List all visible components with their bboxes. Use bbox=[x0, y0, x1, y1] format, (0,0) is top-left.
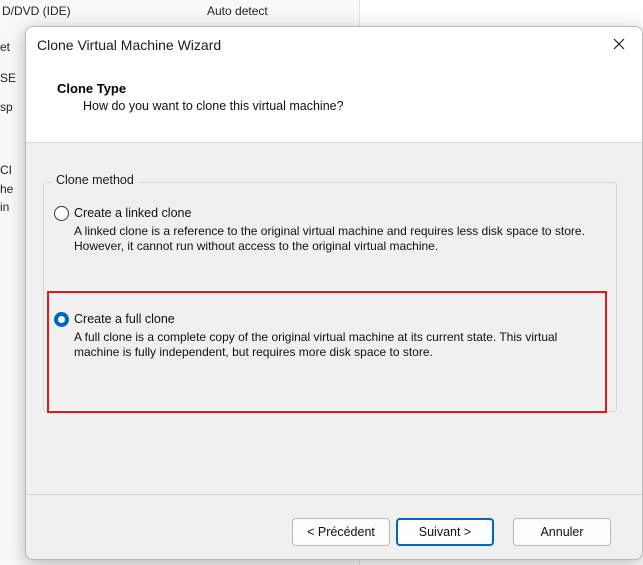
clone-method-label: Clone method bbox=[52, 173, 138, 187]
linked-clone-label[interactable]: Create a linked clone bbox=[74, 206, 191, 220]
background-row-value: Auto detect bbox=[207, 4, 268, 18]
page-title: Clone Type bbox=[57, 81, 127, 96]
background-row-device: D/DVD (IDE) bbox=[2, 4, 71, 18]
close-icon bbox=[613, 38, 625, 53]
linked-clone-radio[interactable] bbox=[54, 206, 69, 221]
background-row: CI bbox=[0, 163, 12, 177]
wizard-header: Clone Type How do you want to clone this… bbox=[26, 63, 642, 143]
background-row: he bbox=[0, 182, 14, 196]
next-button[interactable]: Suivant > bbox=[396, 518, 494, 546]
close-button[interactable] bbox=[596, 27, 642, 63]
page-subtitle: How do you want to clone this virtual ma… bbox=[83, 99, 344, 113]
back-button[interactable]: < Précédent bbox=[292, 518, 390, 546]
clone-wizard-dialog: Clone Virtual Machine Wizard Clone Type … bbox=[25, 26, 643, 560]
footer-divider bbox=[26, 494, 642, 495]
dialog-title: Clone Virtual Machine Wizard bbox=[37, 37, 222, 53]
background-row: sp bbox=[0, 100, 13, 114]
background-row: SE bbox=[0, 71, 17, 85]
dialog-titlebar[interactable]: Clone Virtual Machine Wizard bbox=[26, 27, 642, 63]
linked-clone-description: A linked clone is a reference to the ori… bbox=[74, 224, 585, 253]
cancel-button[interactable]: Annuler bbox=[513, 518, 611, 546]
background-row: et bbox=[0, 40, 11, 54]
background-row: in bbox=[0, 200, 10, 214]
full-clone-highlight bbox=[47, 291, 607, 413]
